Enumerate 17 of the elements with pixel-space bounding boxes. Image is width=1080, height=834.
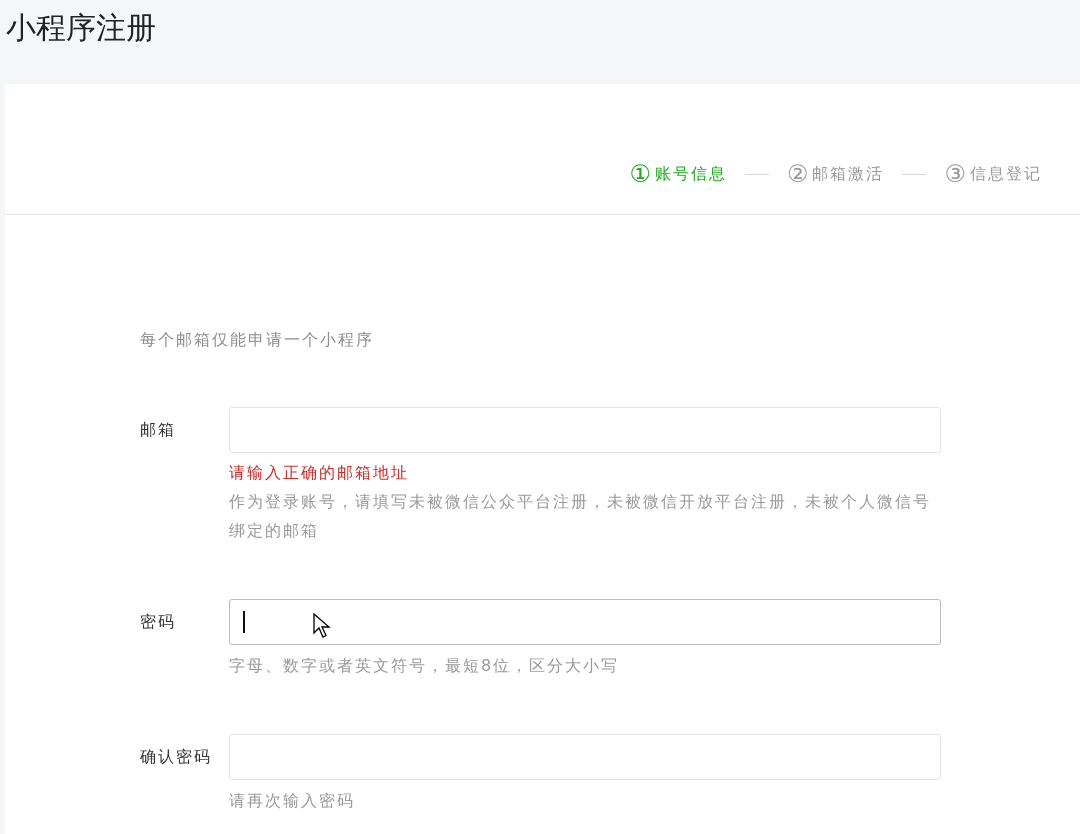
step-indicator: ① 账号信息: [629, 159, 727, 190]
hint-text: 字母、数字或者英文符号，最短8位，区分大小写: [229, 655, 621, 677]
hint-text: 作为登录账号，请填写未被微信公众平台注册，未被微信开放平台注册，未被个人微信号绑定的邮箱: [229, 491, 932, 542]
text-caret: [243, 611, 245, 633]
page-title: 小程序注册: [6, 9, 157, 47]
notice-text: 每个邮箱仅能申请一个小程序: [140, 329, 375, 351]
step-indicator: ③ 信息登记: [944, 159, 1042, 190]
step-indicator: ② 邮箱激活: [786, 159, 885, 190]
field-label: 密码: [140, 611, 177, 633]
mouse-pointer-icon: [313, 613, 331, 639]
field-label: 邮箱: [140, 419, 177, 441]
field-label: 确认密码: [140, 746, 213, 768]
input-field[interactable]: [229, 734, 941, 780]
error-message: 请输入正确的邮箱地址: [229, 462, 410, 484]
hint-text: 请再次输入密码: [229, 790, 356, 812]
input-field[interactable]: [229, 407, 941, 453]
input-field[interactable]: [229, 599, 941, 645]
